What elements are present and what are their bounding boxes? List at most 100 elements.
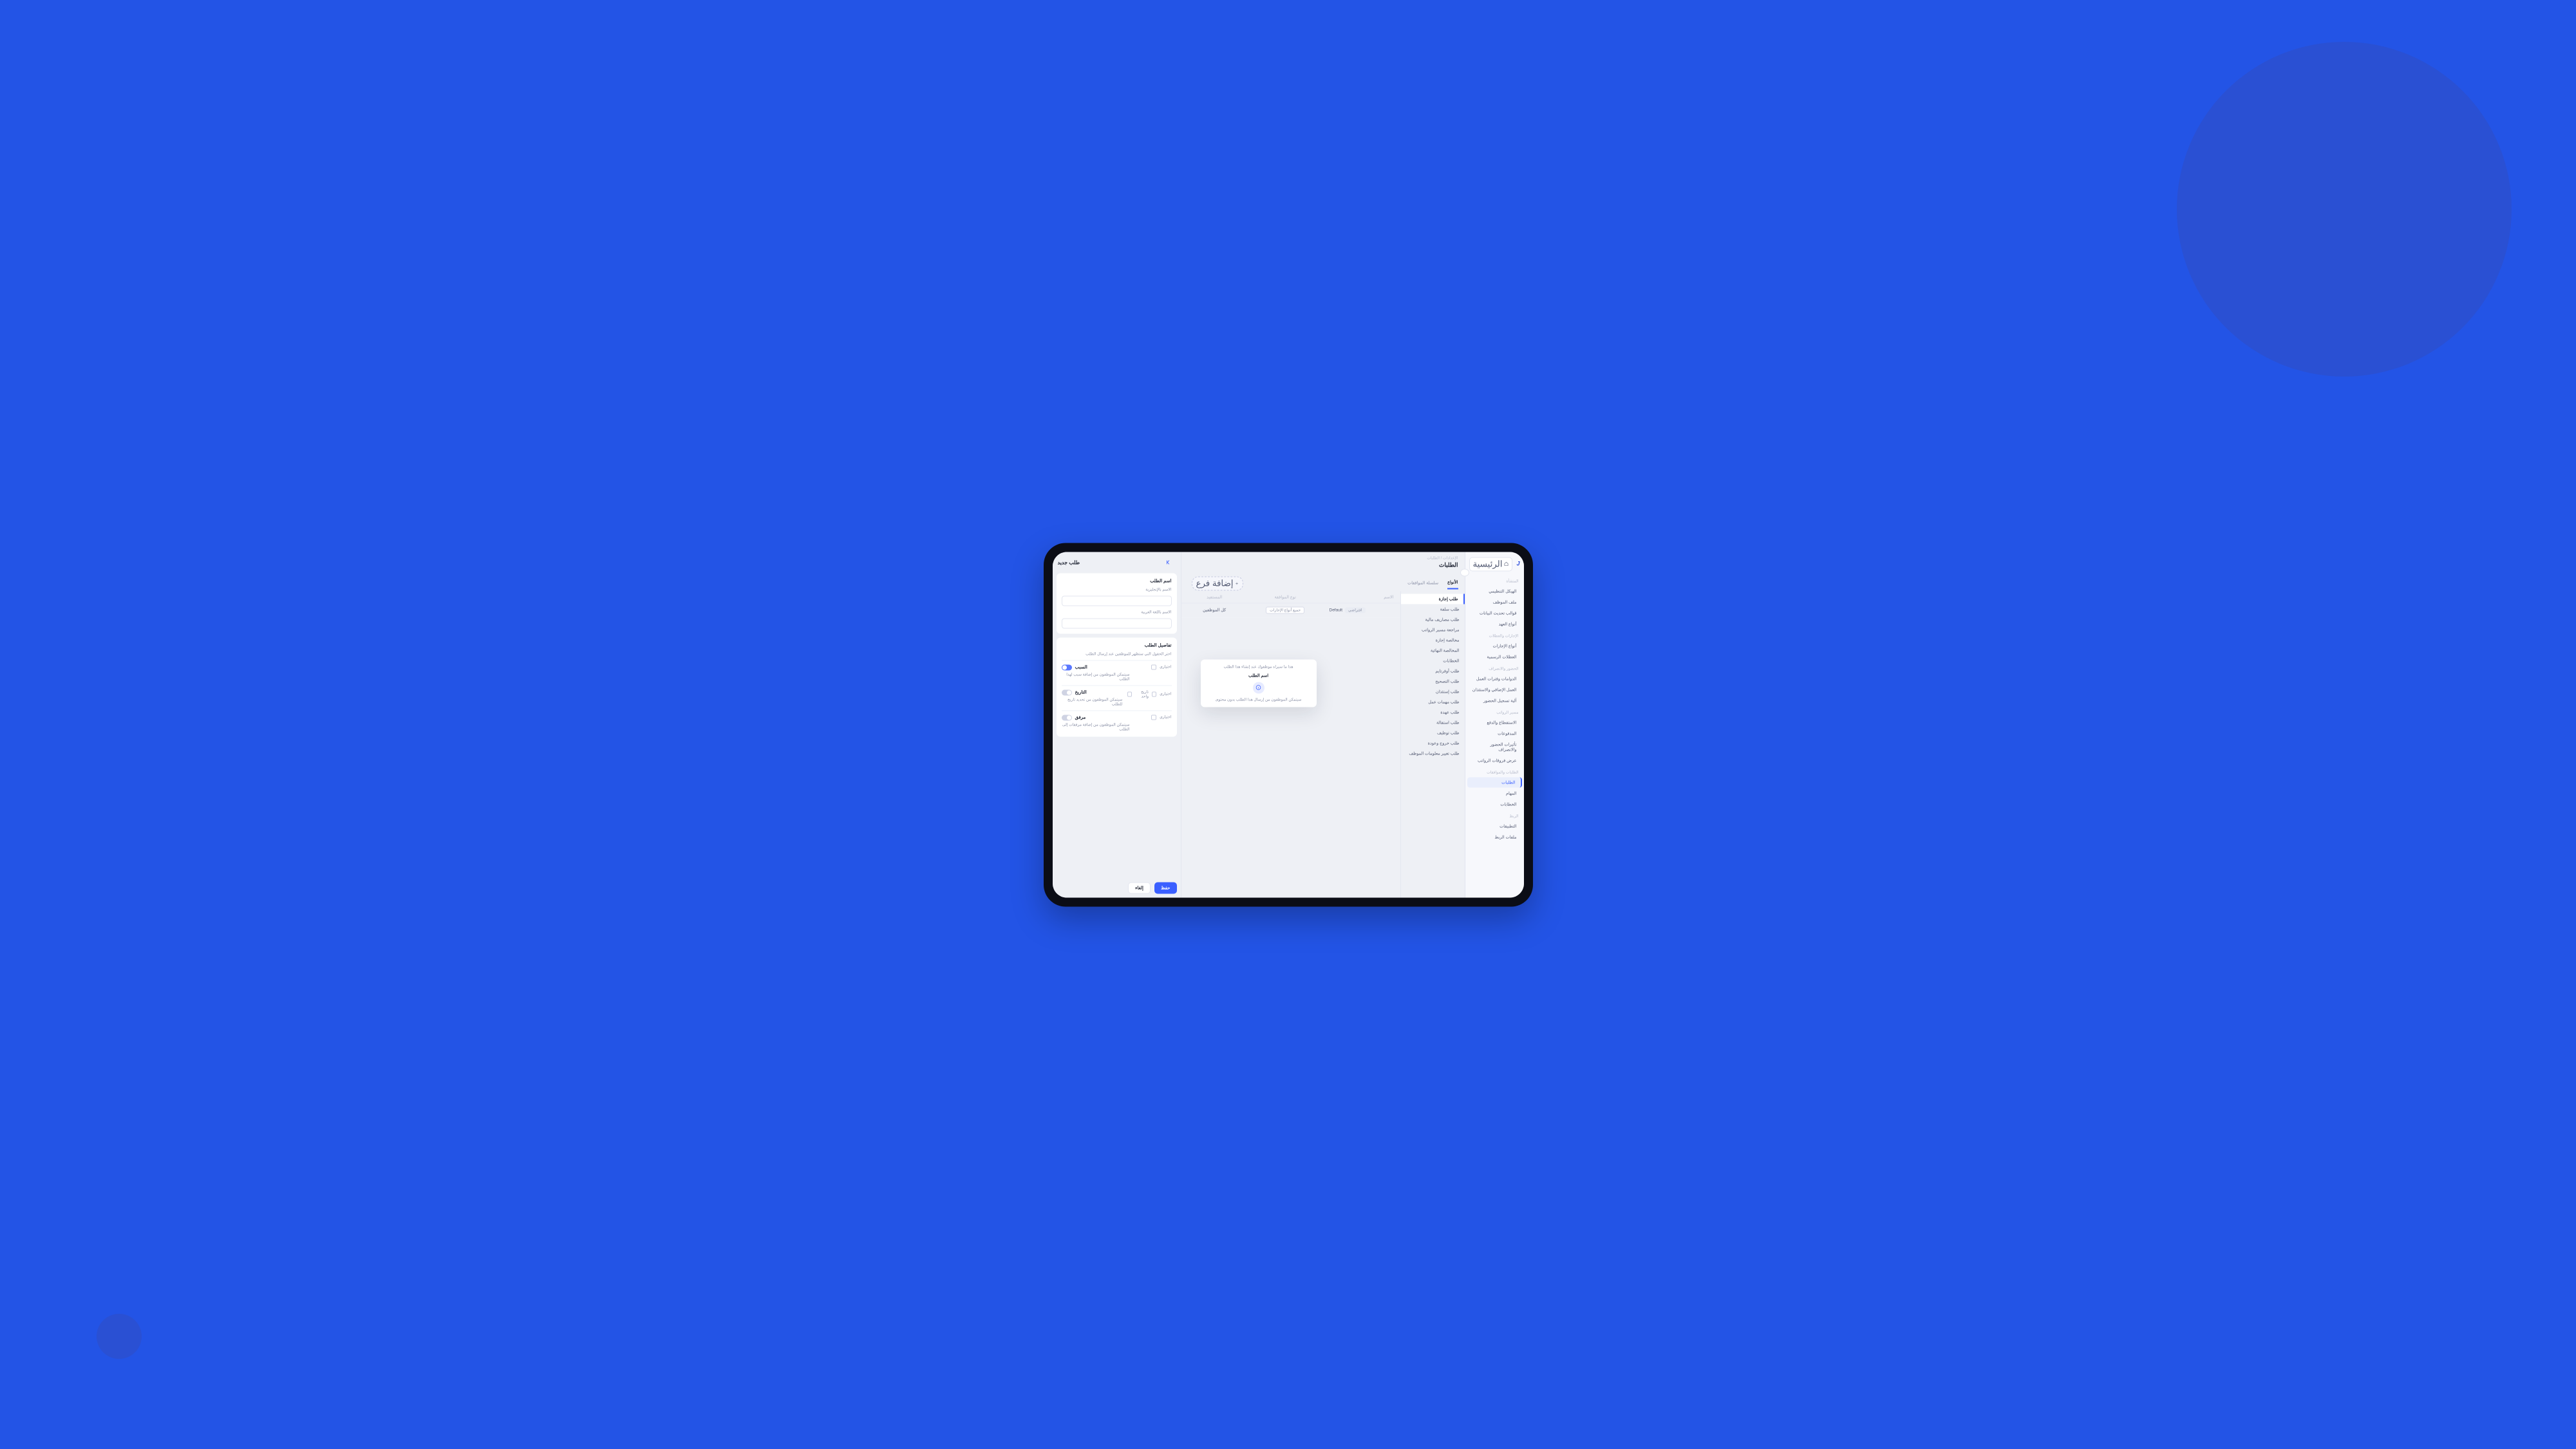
sidebar-item[interactable]: ملفات الربط	[1467, 832, 1522, 842]
collapse-icon	[1165, 559, 1172, 565]
type-item[interactable]: طلب توظيف	[1401, 727, 1465, 738]
type-item[interactable]: طلب سلفة	[1401, 604, 1465, 614]
sidebar-item[interactable]: الدوامات وفترات العمل	[1467, 673, 1522, 684]
type-item[interactable]: مراجعة مسير الرواتب	[1401, 624, 1465, 635]
add-branch-label: إضافة فرع	[1196, 578, 1234, 588]
col-name: الاسم	[1330, 594, 1394, 599]
type-item[interactable]: طلب تغيير معلومات الموظف	[1401, 748, 1465, 758]
name-en-input[interactable]	[1062, 595, 1172, 606]
type-item[interactable]: مخالصة إجازة	[1401, 635, 1465, 645]
date-toggle[interactable]	[1062, 689, 1072, 695]
preview-name: اسم الطلب	[1248, 673, 1268, 678]
sidebar-item[interactable]: الهيكل التنظيمي	[1467, 586, 1522, 596]
drawer-title: طلب جديد	[1058, 559, 1080, 565]
main-area: الإعدادات / الطلبات الطلبات الأنواع سلسل…	[1181, 552, 1465, 897]
sidebar-group-title: الحضور والانصراف	[1465, 662, 1524, 673]
reason-toggle[interactable]	[1062, 664, 1072, 670]
attach-optional-checkbox[interactable]	[1151, 715, 1156, 720]
sidebar-group-title: الطلبات والموافقات	[1465, 766, 1524, 776]
home-button[interactable]: الرئيسية	[1469, 557, 1513, 571]
app-screen: J الرئيسية المنشأة الهيكل التنظيمي ملف ا…	[1053, 552, 1524, 897]
row-name-cell: افتراضي Default	[1330, 607, 1394, 613]
reason-optional-label: اختياري	[1160, 665, 1171, 669]
type-item[interactable]: طلب أوفرتايم	[1401, 666, 1465, 676]
new-request-drawer: طلب جديد اسم الطلب الاسم بالإنجليزية الا…	[1053, 552, 1181, 897]
sidebar-group-title: المنشأة	[1465, 575, 1524, 585]
request-preview-card: هذا ما سيراه موظفوك عند إنشاء هذا الطلب …	[1201, 659, 1317, 707]
sidebar-item[interactable]: العطلات الرسمية	[1467, 651, 1522, 662]
content-row: طلب إجازة طلب سلفة طلب مصاريف مالية مراج…	[1181, 591, 1465, 897]
sidebar-item[interactable]: العمل الإضافي والاستئذان	[1467, 684, 1522, 695]
type-item[interactable]: طلب عهدة	[1401, 707, 1465, 717]
type-item[interactable]: طلب إجازة	[1401, 594, 1465, 604]
type-item[interactable]: طلب خروج وعودة	[1401, 738, 1465, 748]
date-single-label: تاريخ واحد	[1135, 689, 1149, 698]
type-item[interactable]: طلب مهمات عمل	[1401, 696, 1465, 707]
sidebar-group-title: الربط	[1465, 810, 1524, 820]
home-label: الرئيسية	[1473, 559, 1503, 569]
reason-desc: سيتمكن الموظفون من إضافة سبب لهذا الطلب	[1062, 672, 1130, 681]
close-drawer-button[interactable]	[1161, 557, 1176, 568]
ar-label: الاسم باللغة العربية	[1062, 610, 1172, 614]
preview-note: سيتمكن الموظفون من إرسال هذا الطلب بدون …	[1216, 697, 1302, 702]
breadcrumb: الإعدادات / الطلبات	[1188, 556, 1458, 560]
info-icon-badge	[1253, 682, 1264, 693]
tablet-frame: J الرئيسية المنشأة الهيكل التنظيمي ملف ا…	[1044, 543, 1533, 906]
type-item[interactable]: طلب استقالة	[1401, 717, 1465, 727]
type-item[interactable]: المخالصة النهائية	[1401, 645, 1465, 655]
row-category: كل الموظفين	[1188, 608, 1241, 613]
sidebar-topbar: J الرئيسية	[1465, 554, 1524, 575]
type-item[interactable]: الخطابات	[1401, 655, 1465, 666]
default-chip: افتراضي	[1345, 607, 1365, 613]
tab-types[interactable]: الأنواع	[1447, 577, 1458, 590]
reason-optional-checkbox[interactable]	[1151, 664, 1156, 669]
collapse-sidebar-button[interactable]	[1460, 568, 1469, 576]
sidebar-item[interactable]: المدفوعات	[1467, 728, 1522, 738]
sidebar-item[interactable]: التطبيقات	[1467, 821, 1522, 831]
decorative-circle-small	[97, 1314, 142, 1359]
sidebar-group-title: الإجازات والعطلات	[1465, 630, 1524, 640]
logo: J	[1516, 561, 1519, 567]
sidebar-item[interactable]: تأثيرات الحضور والانصراف	[1467, 739, 1522, 754]
add-branch-button[interactable]: إضافة فرع	[1192, 576, 1244, 590]
cancel-button[interactable]: إلغاء	[1128, 882, 1151, 893]
decorative-circle-big	[2177, 42, 2512, 377]
date-single-checkbox[interactable]	[1127, 691, 1132, 696]
date-title: التاريخ	[1075, 690, 1087, 695]
reason-title: السبب	[1075, 665, 1087, 670]
attach-toggle[interactable]	[1062, 715, 1072, 720]
attach-desc: سيتمكن الموظفون من إضافة مرفقات إلى الطل…	[1062, 722, 1130, 731]
field-attach-row: اختياري مرفق سيتمكن الموظفون من إضافة مر…	[1062, 710, 1172, 731]
sidebar-item[interactable]: أنواع العهد	[1467, 619, 1522, 629]
sidebar-item-requests[interactable]: الطلبات	[1467, 777, 1522, 787]
sidebar-group-title: مسير الرواتب	[1465, 706, 1524, 716]
type-item[interactable]: طلب مصاريف مالية	[1401, 614, 1465, 624]
name-heading: اسم الطلب	[1062, 578, 1172, 583]
sidebar-item[interactable]: ملف الموظف	[1467, 597, 1522, 607]
home-icon	[1504, 562, 1509, 566]
name-ar-input[interactable]	[1062, 618, 1172, 628]
table-row[interactable]: افتراضي Default جميع أنواع الإجازات كل ا…	[1181, 603, 1400, 617]
date-desc: سيتمكن الموظفون من تحديد تاريخ للطلب	[1062, 697, 1123, 706]
sidebar-item[interactable]: قوالب تحديث البيانات	[1467, 608, 1522, 618]
field-date-row: اختياري تاريخ واحد التاريخ سيتمكن الموظف…	[1062, 685, 1172, 706]
page-title: الطلبات	[1188, 561, 1458, 568]
sidebar-item[interactable]: آلية تسجيل الحضور	[1467, 695, 1522, 706]
sidebar-item[interactable]: عرض فروقات الرواتب	[1467, 755, 1522, 765]
sidebar-item[interactable]: أنواع الإجازات	[1467, 640, 1522, 651]
attach-title: مرفق	[1075, 715, 1086, 720]
date-optional-checkbox[interactable]	[1152, 691, 1156, 696]
type-item[interactable]: طلب إستئذان	[1401, 686, 1465, 696]
drawer-footer: حفظ إلغاء	[1057, 878, 1177, 893]
sidebar-item[interactable]: الخطابات	[1467, 799, 1522, 809]
save-button[interactable]: حفظ	[1154, 882, 1177, 893]
tab-approval-chain[interactable]: سلسلة الموافقات	[1407, 578, 1438, 589]
tabs: الأنواع سلسلة الموافقات إضافة فرع	[1188, 576, 1458, 590]
sidebar-item[interactable]: الاستقطاع والدفع	[1467, 717, 1522, 727]
details-desc: اختر الحقول التي ستظهر للموظفين عند إرسا…	[1062, 651, 1172, 656]
col-approval: نوع الموافقة	[1248, 594, 1323, 599]
sidebar-item[interactable]: المهام	[1467, 788, 1522, 798]
type-item[interactable]: طلب التصحيح	[1401, 676, 1465, 686]
preview-subtitle: هذا ما سيراه موظفوك عند إنشاء هذا الطلب	[1224, 664, 1293, 669]
field-reason-row: اختياري السبب سيتمكن الموظفون من إضافة س…	[1062, 660, 1172, 681]
